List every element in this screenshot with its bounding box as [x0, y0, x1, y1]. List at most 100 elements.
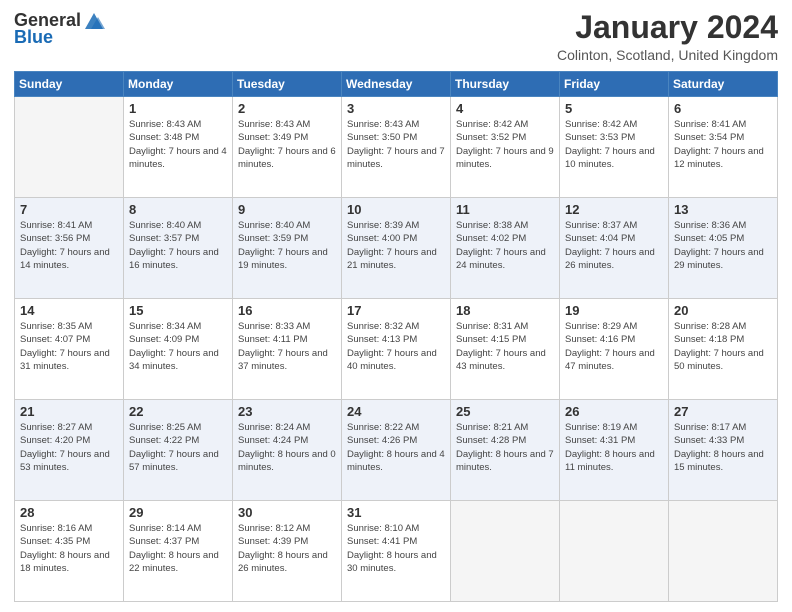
table-row: 20 Sunrise: 8:28 AMSunset: 4:18 PMDayligh…	[669, 299, 778, 400]
col-tuesday: Tuesday	[233, 72, 342, 97]
day-info: Sunrise: 8:33 AMSunset: 4:11 PMDaylight:…	[238, 320, 336, 373]
day-number: 21	[20, 404, 118, 419]
table-row	[669, 501, 778, 602]
col-saturday: Saturday	[669, 72, 778, 97]
table-row: 9Sunrise: 8:40 AMSunset: 3:59 PMDaylight…	[233, 198, 342, 299]
day-info: Sunrise: 8:16 AMSunset: 4:35 PMDaylight:…	[20, 522, 118, 575]
day-info: Sunrise: 8:38 AMSunset: 4:02 PMDaylight:…	[456, 219, 554, 272]
header: General Blue January 2024 Colinton, Scot…	[14, 10, 778, 63]
day-number: 14	[20, 303, 118, 318]
col-wednesday: Wednesday	[342, 72, 451, 97]
col-monday: Monday	[124, 72, 233, 97]
day-number: 26	[565, 404, 663, 419]
day-info: Sunrise: 8:22 AMSunset: 4:26 PMDaylight:…	[347, 421, 445, 474]
page: General Blue January 2024 Colinton, Scot…	[0, 0, 792, 612]
day-info: Sunrise: 8:24 AMSunset: 4:24 PMDaylight:…	[238, 421, 336, 474]
table-row: 3 Sunrise: 8:43 AMSunset: 3:50 PMDaylight…	[342, 97, 451, 198]
table-row: 15 Sunrise: 8:34 AMSunset: 4:09 PMDayligh…	[124, 299, 233, 400]
table-row: 12Sunrise: 8:37 AMSunset: 4:04 PMDayligh…	[560, 198, 669, 299]
day-info: Sunrise: 8:12 AMSunset: 4:39 PMDaylight:…	[238, 522, 336, 575]
day-info: Sunrise: 8:43 AMSunset: 3:50 PMDaylight:…	[347, 118, 445, 171]
table-row: 28 Sunrise: 8:16 AMSunset: 4:35 PMDayligh…	[15, 501, 124, 602]
day-info: Sunrise: 8:36 AMSunset: 4:05 PMDaylight:…	[674, 219, 772, 272]
table-row: 1 Sunrise: 8:43 AMSunset: 3:48 PMDaylight…	[124, 97, 233, 198]
day-info: Sunrise: 8:28 AMSunset: 4:18 PMDaylight:…	[674, 320, 772, 373]
table-row: 5 Sunrise: 8:42 AMSunset: 3:53 PMDaylight…	[560, 97, 669, 198]
day-info: Sunrise: 8:17 AMSunset: 4:33 PMDaylight:…	[674, 421, 772, 474]
day-info: Sunrise: 8:34 AMSunset: 4:09 PMDaylight:…	[129, 320, 227, 373]
table-row: 21 Sunrise: 8:27 AMSunset: 4:20 PMDayligh…	[15, 400, 124, 501]
day-number: 30	[238, 505, 336, 520]
day-info: Sunrise: 8:41 AMSunset: 3:56 PMDaylight:…	[20, 219, 118, 272]
table-row: 30 Sunrise: 8:12 AMSunset: 4:39 PMDayligh…	[233, 501, 342, 602]
day-info: Sunrise: 8:43 AMSunset: 3:49 PMDaylight:…	[238, 118, 336, 171]
day-number: 25	[456, 404, 554, 419]
day-number: 18	[456, 303, 554, 318]
table-row: 7Sunrise: 8:41 AMSunset: 3:56 PMDaylight…	[15, 198, 124, 299]
day-number: 28	[20, 505, 118, 520]
day-number: 20	[674, 303, 772, 318]
day-info: Sunrise: 8:27 AMSunset: 4:20 PMDaylight:…	[20, 421, 118, 474]
calendar-week-row: 14 Sunrise: 8:35 AMSunset: 4:07 PMDayligh…	[15, 299, 778, 400]
calendar-week-row: 28 Sunrise: 8:16 AMSunset: 4:35 PMDayligh…	[15, 501, 778, 602]
day-number: 9	[238, 202, 336, 217]
day-info: Sunrise: 8:35 AMSunset: 4:07 PMDaylight:…	[20, 320, 118, 373]
day-number: 22	[129, 404, 227, 419]
calendar-location: Colinton, Scotland, United Kingdom	[557, 47, 778, 63]
logo-blue-text: Blue	[14, 27, 53, 48]
table-row	[451, 501, 560, 602]
calendar-week-row: 21 Sunrise: 8:27 AMSunset: 4:20 PMDayligh…	[15, 400, 778, 501]
day-number: 12	[565, 202, 663, 217]
day-info: Sunrise: 8:31 AMSunset: 4:15 PMDaylight:…	[456, 320, 554, 373]
day-info: Sunrise: 8:40 AMSunset: 3:57 PMDaylight:…	[129, 219, 227, 272]
day-number: 29	[129, 505, 227, 520]
logo: General Blue	[14, 10, 105, 48]
table-row	[560, 501, 669, 602]
day-number: 3	[347, 101, 445, 116]
table-row: 26 Sunrise: 8:19 AMSunset: 4:31 PMDayligh…	[560, 400, 669, 501]
day-number: 1	[129, 101, 227, 116]
day-info: Sunrise: 8:10 AMSunset: 4:41 PMDaylight:…	[347, 522, 445, 575]
calendar-table: Sunday Monday Tuesday Wednesday Thursday…	[14, 71, 778, 602]
title-block: January 2024 Colinton, Scotland, United …	[557, 10, 778, 63]
table-row: 8 Sunrise: 8:40 AMSunset: 3:57 PMDaylight…	[124, 198, 233, 299]
day-number: 27	[674, 404, 772, 419]
day-number: 6	[674, 101, 772, 116]
day-info: Sunrise: 8:25 AMSunset: 4:22 PMDaylight:…	[129, 421, 227, 474]
day-info: Sunrise: 8:43 AMSunset: 3:48 PMDaylight:…	[129, 118, 227, 171]
table-row: 6Sunrise: 8:41 AMSunset: 3:54 PMDaylight…	[669, 97, 778, 198]
table-row: 18 Sunrise: 8:31 AMSunset: 4:15 PMDayligh…	[451, 299, 560, 400]
day-info: Sunrise: 8:19 AMSunset: 4:31 PMDaylight:…	[565, 421, 663, 474]
day-number: 24	[347, 404, 445, 419]
day-number: 8	[129, 202, 227, 217]
day-number: 15	[129, 303, 227, 318]
day-number: 5	[565, 101, 663, 116]
day-info: Sunrise: 8:32 AMSunset: 4:13 PMDaylight:…	[347, 320, 445, 373]
day-info: Sunrise: 8:42 AMSunset: 3:52 PMDaylight:…	[456, 118, 554, 171]
table-row: 2Sunrise: 8:43 AMSunset: 3:49 PMDaylight…	[233, 97, 342, 198]
table-row: 24 Sunrise: 8:22 AMSunset: 4:26 PMDayligh…	[342, 400, 451, 501]
day-info: Sunrise: 8:42 AMSunset: 3:53 PMDaylight:…	[565, 118, 663, 171]
calendar-title: January 2024	[557, 10, 778, 45]
day-number: 11	[456, 202, 554, 217]
table-row: 4Sunrise: 8:42 AMSunset: 3:52 PMDaylight…	[451, 97, 560, 198]
day-number: 17	[347, 303, 445, 318]
table-row: 19 Sunrise: 8:29 AMSunset: 4:16 PMDayligh…	[560, 299, 669, 400]
table-row: 11 Sunrise: 8:38 AMSunset: 4:02 PMDayligh…	[451, 198, 560, 299]
day-number: 16	[238, 303, 336, 318]
day-number: 23	[238, 404, 336, 419]
day-number: 13	[674, 202, 772, 217]
calendar-week-row: 1 Sunrise: 8:43 AMSunset: 3:48 PMDaylight…	[15, 97, 778, 198]
table-row: 13 Sunrise: 8:36 AMSunset: 4:05 PMDayligh…	[669, 198, 778, 299]
day-info: Sunrise: 8:14 AMSunset: 4:37 PMDaylight:…	[129, 522, 227, 575]
table-row: 31Sunrise: 8:10 AMSunset: 4:41 PMDayligh…	[342, 501, 451, 602]
day-number: 19	[565, 303, 663, 318]
col-sunday: Sunday	[15, 72, 124, 97]
day-info: Sunrise: 8:39 AMSunset: 4:00 PMDaylight:…	[347, 219, 445, 272]
table-row	[15, 97, 124, 198]
calendar-header-row: Sunday Monday Tuesday Wednesday Thursday…	[15, 72, 778, 97]
table-row: 25Sunrise: 8:21 AMSunset: 4:28 PMDayligh…	[451, 400, 560, 501]
calendar-week-row: 7Sunrise: 8:41 AMSunset: 3:56 PMDaylight…	[15, 198, 778, 299]
day-info: Sunrise: 8:29 AMSunset: 4:16 PMDaylight:…	[565, 320, 663, 373]
table-row: 16 Sunrise: 8:33 AMSunset: 4:11 PMDayligh…	[233, 299, 342, 400]
